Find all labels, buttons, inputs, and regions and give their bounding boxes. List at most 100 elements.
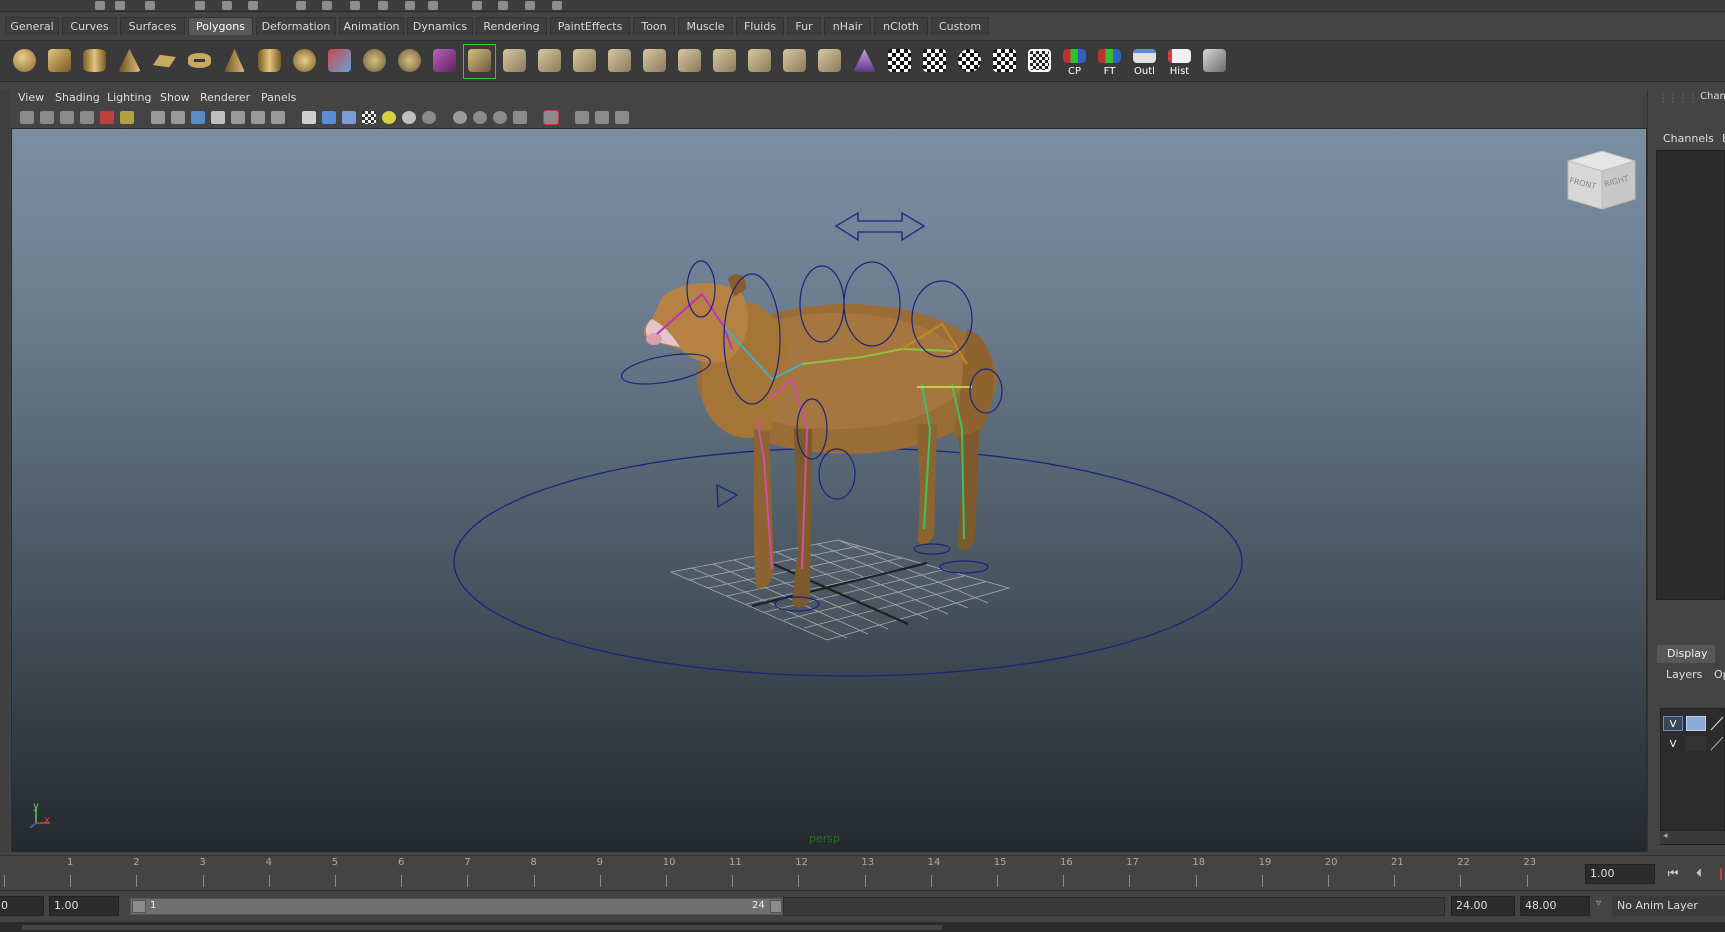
combine-button[interactable] <box>324 45 355 78</box>
poly-cylinder-button[interactable] <box>79 45 110 78</box>
ipr-icon[interactable] <box>498 1 508 10</box>
freeze-transform-button[interactable]: FT <box>1094 45 1125 78</box>
duplicate-face-button[interactable] <box>814 45 845 78</box>
grease-pencil-icon[interactable] <box>100 111 114 124</box>
layer-row[interactable]: V <box>1663 716 1725 731</box>
smooth-button[interactable] <box>429 45 460 78</box>
motion-blur-icon[interactable] <box>473 111 487 124</box>
tab-animation[interactable]: Animation <box>339 17 404 35</box>
select-by-object-icon[interactable] <box>222 1 232 10</box>
bridge-button[interactable] <box>463 44 496 79</box>
panels-menu[interactable]: Panels <box>261 91 296 104</box>
wireframe-on-shaded-icon[interactable] <box>342 111 356 124</box>
render-settings-icon[interactable] <box>525 1 535 10</box>
layer-row[interactable]: V <box>1663 736 1725 751</box>
poly-cube-button[interactable] <box>44 45 75 78</box>
poly-pipe-button[interactable] <box>254 45 285 78</box>
layers-menu[interactable]: Layers <box>1666 668 1702 681</box>
field-chart-icon[interactable] <box>231 111 245 124</box>
delete-history-button[interactable]: Hist <box>1164 45 1195 78</box>
extrude-button[interactable] <box>499 45 530 78</box>
range-track[interactable] <box>783 897 1445 916</box>
anim-layer-field[interactable]: No Anim Layer <box>1612 896 1725 916</box>
step-back-key-icon[interactable]: ⏴ <box>1690 866 1708 882</box>
use-all-lights-icon[interactable] <box>382 111 396 124</box>
animation-end-field[interactable]: 48.00 <box>1520 896 1590 916</box>
tab-general[interactable]: General <box>5 17 59 35</box>
command-line-field[interactable] <box>22 925 942 930</box>
bookmarks-icon[interactable] <box>60 111 74 124</box>
layer-visibility-toggle[interactable]: V <box>1663 716 1683 731</box>
tab-fluids[interactable]: Fluids <box>736 17 784 35</box>
anim-layer-dropdown-icon[interactable]: ▿ <box>1596 898 1601 909</box>
history-icon[interactable] <box>428 1 438 10</box>
shadows-icon[interactable] <box>402 111 416 124</box>
resolution-gate-icon[interactable] <box>191 111 205 124</box>
tab-custom[interactable]: Custom <box>931 17 989 35</box>
poly-prism-button[interactable] <box>219 45 250 78</box>
channels-menu[interactable]: Channels <box>1663 132 1714 145</box>
cylindrical-mapping-button[interactable] <box>919 45 950 78</box>
offset-edge-loop-button[interactable] <box>674 45 705 78</box>
tab-rendering[interactable]: Rendering <box>476 17 547 35</box>
poke-face-button[interactable] <box>744 45 775 78</box>
planar-mapping-button[interactable] <box>884 45 915 78</box>
current-frame-field[interactable]: 1.00 <box>1585 864 1655 884</box>
open-scene-icon[interactable] <box>115 1 125 10</box>
wireframe-icon[interactable] <box>302 111 316 124</box>
bevel-button[interactable] <box>534 45 565 78</box>
range-start-handle[interactable] <box>132 900 146 913</box>
tab-dynamics[interactable]: Dynamics <box>407 17 473 35</box>
shading-menu[interactable]: Shading <box>55 91 100 104</box>
high-quality-icon[interactable] <box>422 111 436 124</box>
tab-curves[interactable]: Curves <box>62 17 117 35</box>
scroll-left-icon[interactable]: ◂ <box>1663 831 1668 841</box>
automatic-mapping-button[interactable] <box>989 45 1020 78</box>
tab-ncloth[interactable]: nCloth <box>874 17 928 35</box>
poly-soccer-ball-button[interactable] <box>289 45 320 78</box>
playback-end-field[interactable]: 24.00 <box>1451 896 1515 916</box>
new-scene-icon[interactable] <box>95 1 105 10</box>
poly-plane-button[interactable] <box>149 45 180 78</box>
go-to-start-icon[interactable]: ⏮ <box>1664 866 1682 882</box>
snap-view-icon[interactable] <box>378 1 388 10</box>
film-gate-icon[interactable] <box>171 111 185 124</box>
poly-torus-button[interactable] <box>184 45 215 78</box>
select-by-component-icon[interactable] <box>248 1 258 10</box>
layer-scrollbar[interactable]: ◂ <box>1660 830 1725 844</box>
safe-action-icon[interactable] <box>251 111 265 124</box>
snap-point-icon[interactable] <box>350 1 360 10</box>
layer-visibility-toggle[interactable]: V <box>1663 736 1683 751</box>
ambient-occlusion-icon[interactable] <box>453 111 467 124</box>
make-live-icon[interactable] <box>405 1 415 10</box>
tab-deformation[interactable]: Deformation <box>256 17 336 35</box>
select-by-hierarchy-icon[interactable] <box>195 1 205 10</box>
renderer-menu[interactable]: Renderer <box>200 91 250 104</box>
outliner-button[interactable]: Outl <box>1129 45 1160 78</box>
tab-fur[interactable]: Fur <box>787 17 821 35</box>
tab-display[interactable]: Display <box>1657 645 1715 663</box>
spherical-mapping-button[interactable] <box>954 45 985 78</box>
anti-aliasing-icon[interactable] <box>493 111 507 124</box>
step-back-frame-icon[interactable]: ❙ <box>1712 866 1725 882</box>
view-menu[interactable]: View <box>18 91 44 104</box>
tab-polygons[interactable]: Polygons <box>188 17 253 35</box>
two-d-pan-zoom-icon[interactable] <box>120 111 134 124</box>
smooth-shade-icon[interactable] <box>322 111 336 124</box>
uv-texture-editor-button[interactable] <box>1024 45 1055 78</box>
sculpt-geometry-button[interactable] <box>849 45 880 78</box>
left-value-field[interactable]: 0 <box>0 896 44 916</box>
perspective-viewport[interactable]: FRONT RIGHT y x persp <box>11 128 1647 852</box>
append-polygon-button[interactable] <box>569 45 600 78</box>
xray-icon[interactable] <box>575 111 589 124</box>
select-camera-icon[interactable] <box>20 111 34 124</box>
image-plane-icon[interactable] <box>80 111 94 124</box>
extract-button[interactable] <box>394 45 425 78</box>
shelf-editor-button[interactable] <box>1199 45 1230 78</box>
options-menu[interactable]: Op <box>1714 668 1725 681</box>
merge-vertex-button[interactable] <box>709 45 740 78</box>
panel-grip-icon[interactable]: ⋮⋮⋮⋮ <box>1658 93 1698 104</box>
isolate-select-icon[interactable] <box>543 110 559 125</box>
poly-cone-button[interactable] <box>114 45 145 78</box>
tab-muscle[interactable]: Muscle <box>678 17 733 35</box>
